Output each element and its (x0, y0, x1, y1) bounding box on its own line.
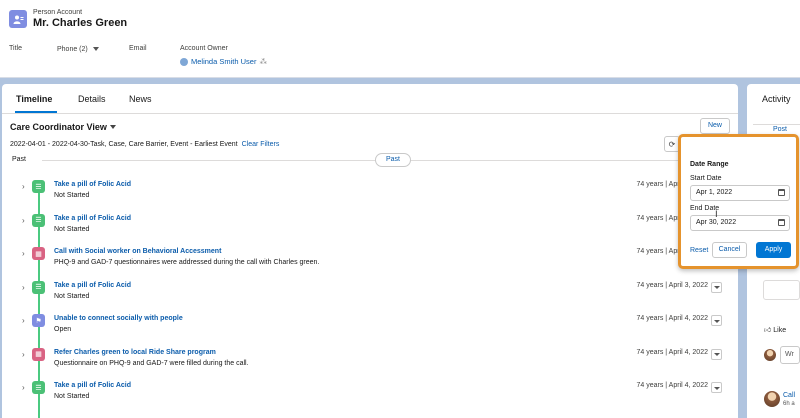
popover-title: Date Range (690, 161, 729, 168)
timeline-item: › ⚑ Unable to connect socially with people… (2, 310, 738, 343)
start-date-value: Apr 1, 2022 (696, 189, 733, 196)
refresh-icon: ⟳ (668, 139, 676, 149)
chevron-down-icon (92, 47, 99, 52)
new-button[interactable]: New (700, 118, 730, 134)
active-tab-indicator (15, 111, 57, 113)
chevron-right-icon[interactable]: › (22, 350, 25, 359)
chevron-right-icon[interactable]: › (22, 182, 25, 191)
event-icon: ▦ (32, 247, 45, 260)
date-range-popover: Date Range Start Date Apr 1, 2022 End Da… (678, 134, 799, 269)
chevron-right-icon[interactable]: › (22, 383, 25, 392)
item-actions-dropdown[interactable] (711, 382, 722, 393)
clear-filters-link[interactable]: Clear Filters (242, 141, 280, 148)
apply-button[interactable]: Apply (756, 242, 791, 258)
person-account-icon (9, 10, 27, 28)
email-field-label: Email (129, 45, 147, 52)
past-pill[interactable]: Past (375, 153, 411, 167)
timeline-item: › ☰ Take a pill of Folic Acid Not Started 74… (2, 277, 738, 310)
calendar-icon[interactable] (778, 219, 785, 226)
avatar (764, 391, 780, 407)
like-button[interactable]: 👍︎ Like (764, 325, 786, 334)
avatar (764, 349, 776, 361)
timeline-item-meta: 74 years | April 4, 2022 (636, 382, 708, 389)
timeline-item-subtitle: Not Started (54, 192, 90, 199)
start-date-label: Start Date (690, 175, 722, 182)
timeline-item: › ☰ Take a pill of Folic Acid Not Started 74… (2, 176, 738, 209)
task-icon: ☰ (32, 280, 45, 294)
timeline-item: › ☰ Take a pill of Folic Acid Not Started 74… (2, 210, 738, 243)
timeline-item-subtitle: Open (54, 326, 72, 333)
owner-link[interactable]: Melinda Smith User (191, 57, 256, 66)
timeline-item: › ▦ Refer Charles green to local Ride Shar… (2, 344, 738, 377)
tab-timeline[interactable]: Timeline (16, 94, 52, 104)
timeline-item-subtitle: Not Started (54, 292, 90, 300)
filter-summary-text: 2022-04-01 - 2022-04-30-Task, Case, Care… (10, 141, 238, 148)
timeline-item-title[interactable]: Take a pill of Folic Acid (54, 181, 131, 188)
call-timestamp: 6h a (783, 401, 795, 407)
composer-box[interactable] (763, 280, 800, 300)
chevron-right-icon[interactable]: › (22, 249, 25, 258)
tab-bar: Timeline Details News (2, 84, 738, 114)
timeline-item-title[interactable]: Call with Social worker on Behavioral Ac… (54, 248, 221, 255)
timeline-item-meta: 74 years | April 4, 2022 (636, 315, 708, 322)
task-icon: ☰ (32, 213, 45, 227)
item-actions-dropdown[interactable] (711, 281, 722, 293)
timeline-item: › ☰ Take a pill of Folic Acid Not Started 74… (2, 377, 738, 410)
timeline-item-title[interactable]: Take a pill of Folic Acid (54, 215, 131, 222)
timeline-item-meta: 74 years | April 4, 2022 (636, 348, 708, 356)
record-header: Person Account Mr. Charles Green Title P… (0, 0, 800, 78)
timeline-item-subtitle: PHQ-9 and GAD-7 questionnaires were addr… (54, 259, 320, 266)
chevron-right-icon[interactable]: › (22, 316, 25, 325)
tab-news[interactable]: News (129, 94, 152, 104)
timeline-panel: Timeline Details News Care Coordinator V… (2, 84, 738, 418)
event-icon: ▦ (32, 347, 45, 361)
timeline-item-subtitle: Not Started (54, 225, 90, 233)
activity-title: Activity (762, 94, 791, 104)
phone-field-label: Phone (2) (57, 46, 88, 53)
past-section-label: Past (12, 156, 27, 163)
owner-field-label: Account Owner (180, 45, 228, 52)
timeline-item-meta: 74 years | April 3, 2022 (636, 281, 708, 289)
start-date-input[interactable]: Apr 1, 2022 (690, 185, 790, 201)
comment-input[interactable]: Wr (780, 346, 800, 364)
owner-field-value[interactable]: Melinda Smith User ⁂ (180, 57, 267, 67)
calendar-icon[interactable] (778, 189, 785, 196)
task-icon: ☰ (32, 381, 45, 394)
view-selector-label[interactable]: Care Coordinator View (10, 122, 107, 132)
record-name: Mr. Charles Green (33, 17, 128, 29)
tab-post[interactable]: Post (773, 126, 787, 133)
filter-summary: 2022-04-01 - 2022-04-30-Task, Case, Care… (10, 141, 279, 148)
text-cursor-icon: I (715, 210, 718, 220)
item-actions-dropdown[interactable] (711, 348, 722, 360)
chevron-right-icon[interactable]: › (22, 216, 25, 225)
divider (753, 124, 800, 125)
change-owner-icon[interactable]: ⁂ (259, 57, 267, 66)
thumbs-up-icon: 👍︎ (764, 327, 772, 334)
timeline-item-title[interactable]: Take a pill of Folic Acid (54, 282, 131, 289)
tab-details[interactable]: Details (78, 94, 106, 104)
cancel-button[interactable]: Cancel (712, 242, 747, 258)
barrier-icon: ⚑ (32, 314, 45, 327)
timeline-item-title[interactable]: Take a pill of Folic Acid (54, 382, 131, 389)
timeline-item: › ▦ Call with Social worker on Behavioral … (2, 243, 738, 276)
end-date-input[interactable]: Apr 30, 2022 (690, 215, 790, 231)
like-label: Like (773, 327, 787, 334)
task-icon: ☰ (32, 180, 45, 193)
end-date-value: Apr 30, 2022 (696, 219, 737, 226)
call-link[interactable]: Call (783, 392, 795, 399)
timeline-item-subtitle: Questionnaire on PHQ-9 and GAD-7 were fi… (54, 359, 249, 367)
reset-link[interactable]: Reset (690, 247, 708, 254)
object-type-label: Person Account (33, 9, 83, 16)
item-actions-dropdown[interactable] (711, 315, 722, 326)
user-icon (180, 58, 188, 67)
chevron-right-icon[interactable]: › (22, 283, 25, 292)
timeline-item-title[interactable]: Refer Charles green to local Ride Share … (54, 349, 216, 356)
chevron-down-icon[interactable] (110, 125, 116, 129)
phone-field[interactable]: Phone (2) (57, 46, 99, 53)
timeline-item-title[interactable]: Unable to connect socially with people (54, 315, 183, 322)
title-field-label: Title (9, 45, 22, 52)
timeline-item-subtitle: Not Started (54, 393, 90, 400)
